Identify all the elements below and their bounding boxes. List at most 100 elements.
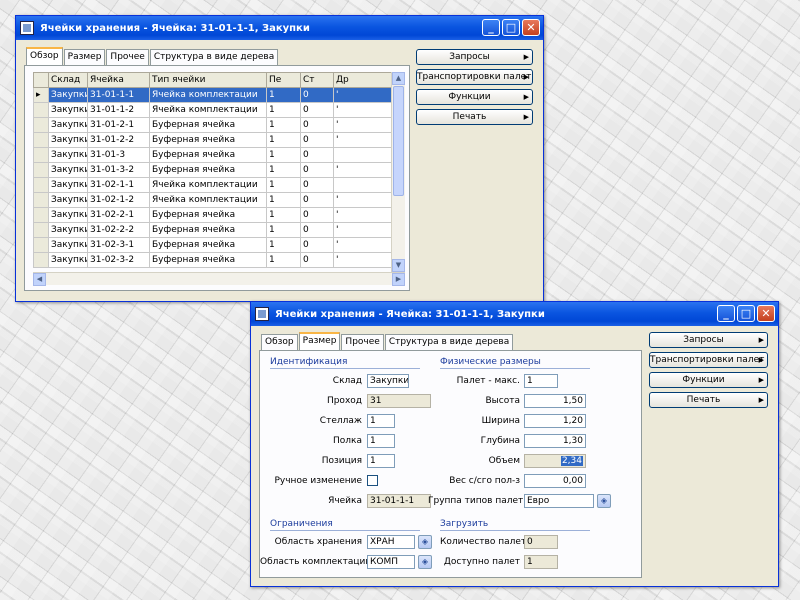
cell-id[interactable]: 31-01-1-1 [87,87,150,103]
lookup-icon[interactable]: ◈ [418,555,432,569]
tab-size[interactable]: Размер [63,49,106,65]
cell-st[interactable]: 0 [300,147,334,163]
cell-type[interactable]: Буферная ячейка [149,162,267,178]
scroll-thumb[interactable] [393,86,404,196]
cell-id[interactable]: 31-02-1-1 [87,177,150,193]
shelf-field[interactable]: 1 [367,434,395,448]
title-bar[interactable]: Ячейки хранения - Ячейка: 31-01-1-1, Зак… [16,16,543,40]
column-header-pe[interactable]: Пе [266,72,301,88]
minimize-button[interactable]: _ [717,305,735,322]
print-button[interactable]: Печать ▶ [416,109,533,125]
cell-type[interactable]: Ячейка комплектации [149,102,267,118]
vertical-scrollbar[interactable]: ▲ ▼ [391,72,405,272]
table-row[interactable]: Закупки 31-02-2-1 Буферная ячейка 1 0 ' [33,207,392,223]
maximize-button[interactable]: □ [737,305,755,322]
functions-button[interactable]: Функции ▶ [416,89,533,105]
cell-pe[interactable]: 1 [266,207,301,223]
requests-button[interactable]: Запросы ▶ [416,49,533,65]
cell-type[interactable]: Ячейка комплектации [149,177,267,193]
cell-type[interactable]: Буферная ячейка [149,132,267,148]
table-row[interactable]: Закупки 31-01-2-2 Буферная ячейка 1 0 ' [33,132,392,148]
cell-warehouse[interactable]: Закупки [48,207,88,223]
cell-st[interactable]: 0 [300,207,334,223]
cell-pe[interactable]: 1 [266,102,301,118]
tab-size[interactable]: Размер [298,332,341,350]
cell-pe[interactable]: 1 [266,132,301,148]
cell-id[interactable]: 31-01-3 [87,147,150,163]
minimize-button[interactable]: _ [482,19,500,36]
tab-tree-structure[interactable]: Структура в виде дерева [149,49,279,65]
tab-overview[interactable]: Обзор [261,334,298,350]
width-field[interactable]: 1,20 [524,414,586,428]
cell-id[interactable]: 31-01-1-2 [87,102,150,118]
column-header-cell-type[interactable]: Тип ячейки [149,72,267,88]
cell-id[interactable]: 31-02-3-1 [87,237,150,253]
cell-type[interactable]: Буферная ячейка [149,117,267,133]
column-header-dr[interactable]: Др [333,72,392,88]
horizontal-scrollbar[interactable]: ◀ ▶ [33,272,405,286]
pallet-type-group-field[interactable]: Евро [524,494,594,508]
storage-area-field[interactable]: ХРАН [367,535,415,549]
cell-id[interactable]: 31-01-3-2 [87,162,150,178]
column-header-cell[interactable]: Ячейка [87,72,150,88]
cell-warehouse[interactable]: Закупки [48,132,88,148]
pallet-transport-button[interactable]: Транспортировки палет ▶ [416,69,533,85]
depth-field[interactable]: 1,30 [524,434,586,448]
cell-dr[interactable]: ' [333,222,392,238]
cell-warehouse[interactable]: Закупки [48,117,88,133]
cell-st[interactable]: 0 [300,117,334,133]
cell-field[interactable]: 31-01-1-1 [367,494,431,508]
scroll-left-button[interactable]: ◀ [33,273,46,286]
rack-field[interactable]: 1 [367,414,395,428]
pallet-transport-button[interactable]: Транспортировки палет ▶ [649,352,768,368]
cell-pe[interactable]: 1 [266,87,301,103]
cell-pe[interactable]: 1 [266,237,301,253]
cell-dr[interactable]: ' [333,117,392,133]
cell-st[interactable]: 0 [300,222,334,238]
cell-type[interactable]: Буферная ячейка [149,147,267,163]
scroll-right-button[interactable]: ▶ [392,273,405,286]
cell-dr[interactable]: ' [333,207,392,223]
column-header-warehouse[interactable]: Склад [48,72,88,88]
requests-button[interactable]: Запросы ▶ [649,332,768,348]
cell-pe[interactable]: 1 [266,222,301,238]
tab-other[interactable]: Прочее [106,49,149,65]
cell-pe[interactable]: 1 [266,252,301,268]
cell-warehouse[interactable]: Закупки [48,222,88,238]
cell-type[interactable]: Буферная ячейка [149,252,267,268]
cell-type[interactable]: Ячейка комплектации [149,87,267,103]
cell-id[interactable]: 31-02-2-2 [87,222,150,238]
tab-other[interactable]: Прочее [341,334,384,350]
pallet-weight-field[interactable]: 0,00 [524,474,586,488]
cell-warehouse[interactable]: Закупки [48,147,88,163]
cell-dr[interactable]: ' [333,237,392,253]
cell-dr[interactable]: ' [333,252,392,268]
cell-st[interactable]: 0 [300,87,334,103]
print-button[interactable]: Печать ▶ [649,392,768,408]
cell-st[interactable]: 0 [300,132,334,148]
picking-area-field[interactable]: КОМП [367,555,415,569]
table-row[interactable]: Закупки 31-01-3 Буферная ячейка 1 0 [33,147,392,163]
cell-type[interactable]: Буферная ячейка [149,222,267,238]
cell-dr[interactable]: ' [333,162,392,178]
table-row[interactable]: Закупки 31-02-3-2 Буферная ячейка 1 0 ' [33,252,392,268]
cell-st[interactable]: 0 [300,252,334,268]
lookup-icon[interactable]: ◈ [597,494,611,508]
tab-overview[interactable]: Обзор [26,47,63,65]
cell-st[interactable]: 0 [300,162,334,178]
cell-dr[interactable] [333,147,392,163]
cell-type[interactable]: Буферная ячейка [149,237,267,253]
cell-pe[interactable]: 1 [266,177,301,193]
cell-warehouse[interactable]: Закупки [48,177,88,193]
cell-dr[interactable]: ' [333,102,392,118]
scroll-up-button[interactable]: ▲ [392,72,405,85]
volume-field[interactable]: 2,34 [524,454,586,468]
column-header-st[interactable]: Ст [300,72,334,88]
warehouse-field[interactable]: Закупки [367,374,409,388]
cell-st[interactable]: 0 [300,192,334,208]
cell-id[interactable]: 31-02-2-1 [87,207,150,223]
position-field[interactable]: 1 [367,454,395,468]
cell-id[interactable]: 31-01-2-1 [87,117,150,133]
table-row[interactable]: Закупки 31-02-2-2 Буферная ячейка 1 0 ' [33,222,392,238]
table-row[interactable]: Закупки 31-01-2-1 Буферная ячейка 1 0 ' [33,117,392,133]
